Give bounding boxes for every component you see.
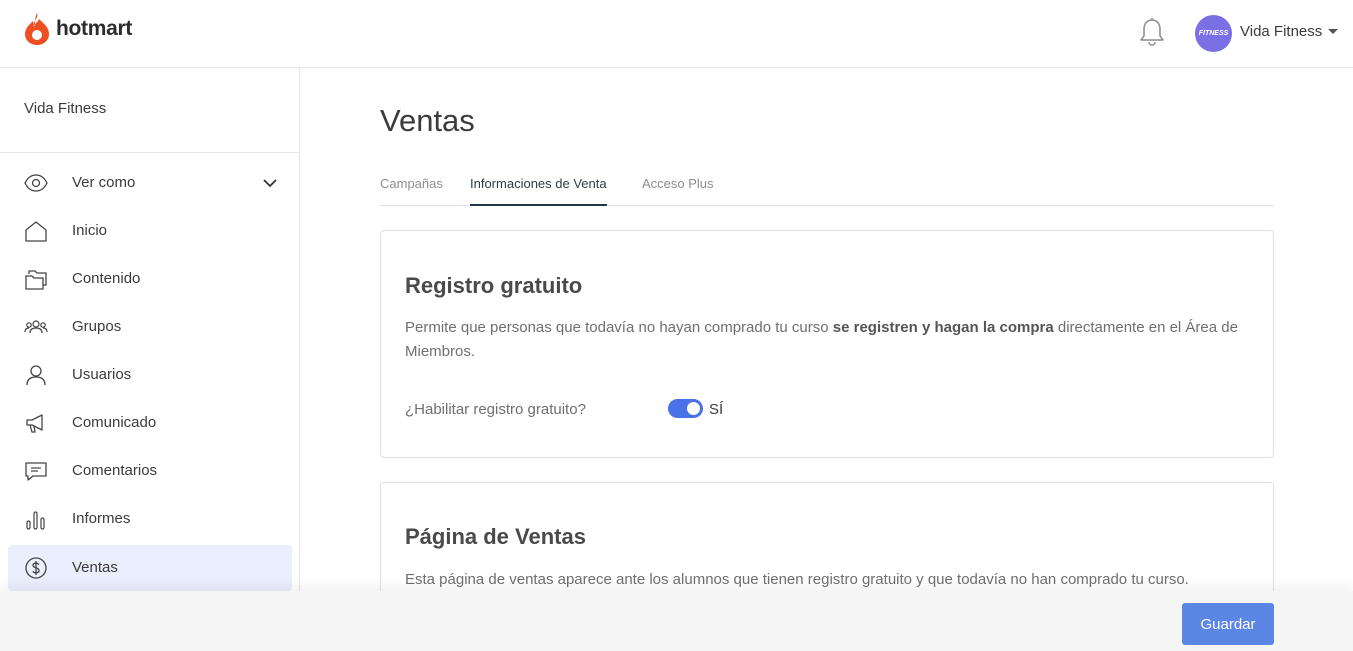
desc-text: Permite que personas que todavía no haya…: [405, 319, 833, 336]
bar-chart-icon: [26, 511, 45, 530]
user-icon: [26, 365, 46, 386]
user-name[interactable]: Vida Fitness: [1240, 23, 1322, 40]
bell-icon[interactable]: [1139, 17, 1165, 47]
avatar[interactable]: FITNESS: [1195, 15, 1232, 52]
hotmart-logo[interactable]: hotmart: [24, 12, 132, 46]
sidebar-item-informes[interactable]: Informes: [8, 496, 292, 542]
toggle-knob: [687, 402, 700, 415]
logo-text: hotmart: [56, 17, 133, 40]
toggle-label: ¿Habilitar registro gratuito?: [405, 401, 586, 418]
card-title: Registro gratuito: [405, 273, 583, 298]
sidebar-item-ver-como[interactable]: Ver como: [8, 160, 292, 206]
tab-campanas[interactable]: Campañas: [380, 176, 443, 204]
home-icon: [25, 221, 47, 242]
toggle-state: SÍ: [709, 401, 724, 418]
megaphone-icon: [26, 414, 43, 433]
group-icon: [24, 320, 48, 334]
tab-informaciones-de-venta[interactable]: Informaciones de Venta: [470, 176, 607, 206]
tab-bar: Campañas Informaciones de Venta Acceso P…: [380, 168, 1274, 206]
sidebar-item-label: Ventas: [72, 559, 118, 576]
sidebar-item-comentarios[interactable]: Comentarios: [8, 448, 292, 494]
dollar-icon: [25, 557, 47, 579]
sidebar-title: Vida Fitness: [24, 100, 107, 117]
tab-acceso-plus[interactable]: Acceso Plus: [642, 176, 714, 204]
sidebar-item-label: Comunicado: [72, 414, 157, 431]
sidebar-item-label: Ver como: [72, 174, 136, 191]
sidebar-item-comunicado[interactable]: Comunicado: [8, 400, 292, 446]
sidebar-item-label: Usuarios: [72, 366, 132, 383]
desc-bold-text: se registren y hagan la compra: [832, 319, 1054, 336]
sidebar-item-ventas[interactable]: Ventas: [8, 545, 292, 591]
card-title: Página de Ventas: [405, 524, 586, 549]
sidebar-item-label: Contenido: [72, 270, 141, 287]
sidebar-item-inicio[interactable]: Inicio: [8, 208, 292, 254]
sidebar-divider: [0, 152, 299, 153]
avatar-text: FITNESS: [1198, 30, 1229, 37]
eye-icon: [24, 174, 48, 192]
sidebar: Vida Fitness Ver como Inicio Contenido G…: [0, 68, 300, 651]
footer-bar: Guardar: [0, 591, 1353, 651]
sidebar-item-grupos[interactable]: Grupos: [8, 304, 292, 350]
card-description: Esta página de ventas aparece ante los a…: [405, 571, 1189, 588]
page-title: Ventas: [380, 103, 475, 138]
caret-down-icon[interactable]: [1328, 29, 1338, 34]
sidebar-item-label: Inicio: [72, 222, 108, 239]
card-description: Permite que personas que todavía no haya…: [405, 316, 1245, 364]
flame-icon: [25, 13, 49, 45]
registro-gratuito-card: Registro gratuito Permite que personas q…: [380, 230, 1274, 458]
sidebar-item-usuarios[interactable]: Usuarios: [8, 352, 292, 398]
sidebar-item-label: Informes: [72, 510, 131, 527]
top-header: hotmart FITNESS Vida Fitness: [0, 0, 1353, 68]
sidebar-item-label: Comentarios: [72, 462, 158, 479]
sidebar-item-contenido[interactable]: Contenido: [8, 256, 292, 302]
folders-icon: [25, 270, 47, 290]
chevron-down-icon[interactable]: [262, 175, 278, 191]
save-button[interactable]: Guardar: [1182, 603, 1274, 645]
sidebar-item-label: Grupos: [72, 318, 122, 335]
registro-gratuito-toggle[interactable]: [668, 399, 703, 418]
comment-icon: [25, 462, 47, 481]
